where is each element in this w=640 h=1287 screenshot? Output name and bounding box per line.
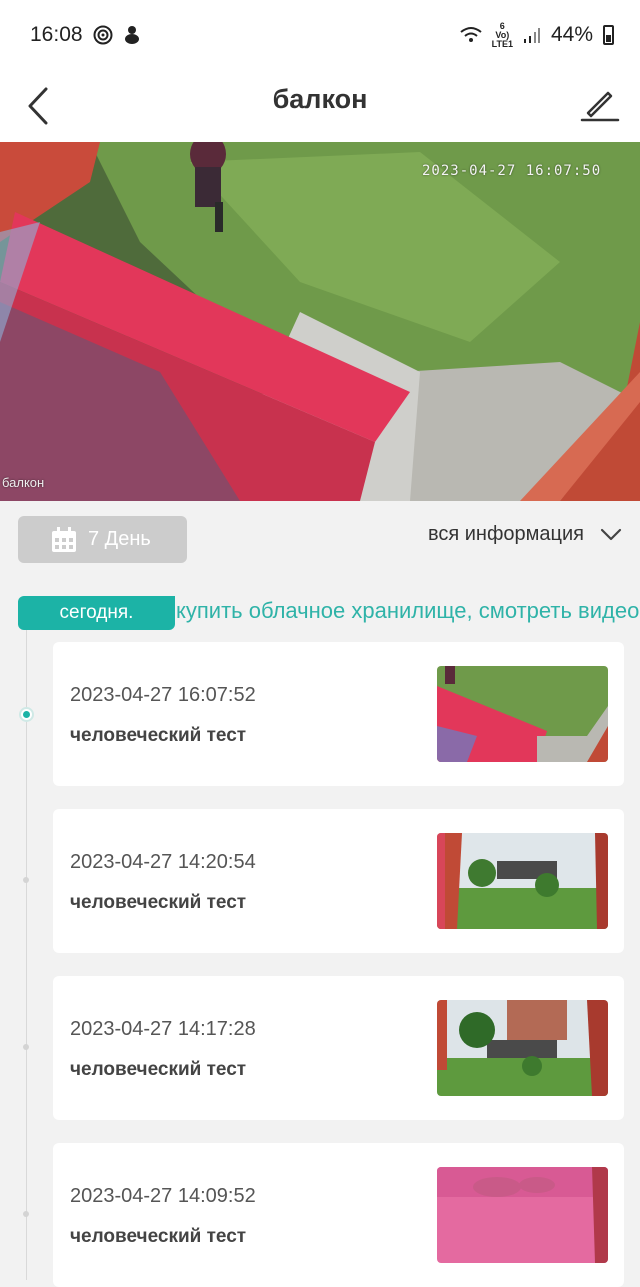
- pencil-icon: [580, 91, 620, 122]
- today-badge: сегодня.: [18, 596, 175, 630]
- event-card[interactable]: 2023-04-27 14:17:28 человеческий тест: [53, 976, 624, 1120]
- calendar-icon: [52, 526, 76, 552]
- event-card[interactable]: 2023-04-27 14:20:54 человеческий тест: [53, 809, 624, 953]
- timeline-dot-active: [19, 707, 34, 722]
- video-camera-name: балкон: [2, 475, 45, 490]
- event-time: 2023-04-27 14:09:52: [70, 1185, 256, 1207]
- days-filter-button[interactable]: 7 День: [18, 516, 187, 563]
- signal-icon: [523, 28, 540, 43]
- chevron-down-icon: [600, 528, 622, 540]
- battery-icon: [603, 25, 614, 45]
- info-filter-label: вся информация: [427, 523, 584, 545]
- video-frame: [0, 142, 640, 501]
- status-bar: 16:08 6 Vo) LTE1 44%: [0, 0, 640, 70]
- video-timestamp: 2023-04-27 16:07:50: [422, 163, 602, 179]
- status-time: 16:08: [30, 23, 83, 46]
- timeline-line: [26, 600, 27, 1280]
- wifi-icon: [460, 27, 482, 42]
- event-thumbnail[interactable]: [437, 1000, 608, 1096]
- timeline-dot: [23, 1211, 29, 1217]
- days-filter-label: 7 День: [88, 528, 151, 550]
- event-thumbnail[interactable]: [437, 666, 608, 762]
- live-video[interactable]: [0, 142, 640, 501]
- timeline-dot: [23, 1044, 29, 1050]
- network-indicator: 6 Vo) LTE1: [491, 20, 513, 49]
- event-time: 2023-04-27 14:17:28: [70, 1018, 256, 1040]
- event-label: человеческий тест: [70, 725, 247, 746]
- buy-cloud-storage-link[interactable]: купить облачное хранилище, смотреть виде…: [176, 598, 640, 624]
- target-icon: [93, 25, 113, 45]
- mascot-icon: [124, 26, 139, 44]
- battery-percent: 44%: [550, 23, 593, 46]
- event-thumbnail[interactable]: [437, 1167, 608, 1263]
- event-label: человеческий тест: [70, 1226, 247, 1247]
- event-label: человеческий тест: [70, 1059, 247, 1080]
- event-time: 2023-04-27 14:20:54: [70, 851, 256, 873]
- page-title: балкон: [272, 84, 368, 114]
- edit-button[interactable]: [576, 78, 624, 134]
- timeline-dot: [23, 877, 29, 883]
- event-card[interactable]: 2023-04-27 16:07:52 человеческий тест: [53, 642, 624, 786]
- app-bar: балкон: [0, 70, 640, 142]
- event-time: 2023-04-27 16:07:52: [70, 684, 256, 706]
- event-label: человеческий тест: [70, 892, 247, 913]
- event-thumbnail[interactable]: [437, 833, 608, 929]
- filter-bar: 7 День вся информация: [0, 501, 640, 577]
- info-filter-dropdown[interactable]: вся информация: [428, 523, 622, 546]
- event-card[interactable]: 2023-04-27 14:09:52 человеческий тест: [53, 1143, 624, 1287]
